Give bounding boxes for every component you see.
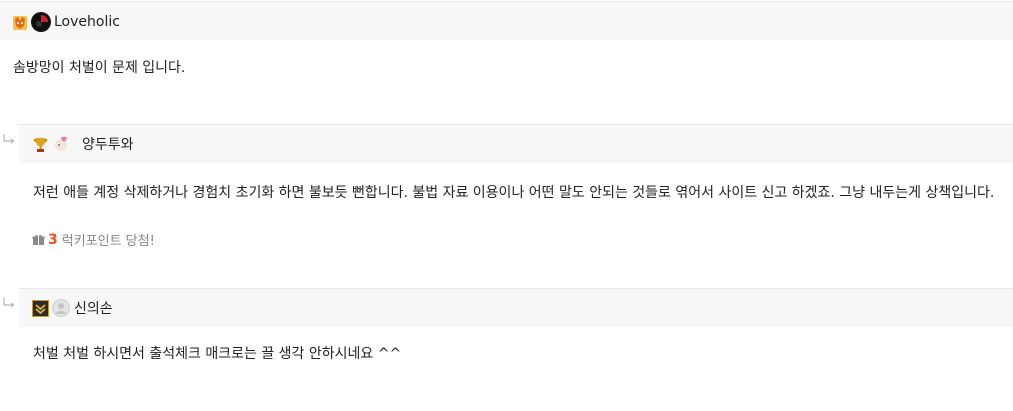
comment-author-name[interactable]: Loveholic: [54, 14, 120, 30]
reply-text: 처벌 처벌 하시면서 출석체크 매크로는 끌 생각 안하시네요 ^^: [33, 346, 402, 362]
comment-author-icons: [12, 11, 51, 32]
lucky-point-label: 럭키포인트 당첨!: [61, 234, 155, 249]
comment-text: 솜방망이 처벌이 문제 입니다.: [13, 60, 186, 76]
fox-badge-icon: [12, 15, 28, 31]
comment-thread: Loveholic 솜방망이 처벌이 문제 입니다. 양두투와 저런 애들 계정…: [0, 0, 1013, 411]
reply-author-name[interactable]: 신의손: [74, 298, 113, 318]
comment-body: [0, 40, 1013, 124]
reply-arrow-icon: [2, 132, 16, 146]
cartoon-avatar-icon[interactable]: [52, 135, 70, 153]
lucky-point-notice: 3 럭키포인트 당첨!: [32, 230, 155, 249]
reply-header: 신의손: [19, 288, 1013, 327]
default-avatar-icon[interactable]: [52, 299, 70, 317]
reply-arrow-icon: [2, 296, 16, 310]
trophy-icon: [32, 136, 49, 153]
reply-author-icons: [32, 135, 70, 153]
avatar-icon[interactable]: [31, 11, 51, 32]
reply-text: 저런 애들 계정 삭제하거나 경험치 초기화 하면 불보듯 뻔합니다. 불법 자…: [33, 185, 995, 201]
reply-author-name[interactable]: 양두투와: [82, 134, 134, 154]
rank-chevron-icon: [32, 299, 49, 317]
comment-header: Loveholic: [0, 1, 1013, 41]
reply-author-icons: [32, 299, 70, 317]
gift-icon: [32, 233, 45, 246]
reply-header: 양두투와: [19, 124, 1013, 163]
lucky-point-count: 3: [48, 231, 58, 248]
